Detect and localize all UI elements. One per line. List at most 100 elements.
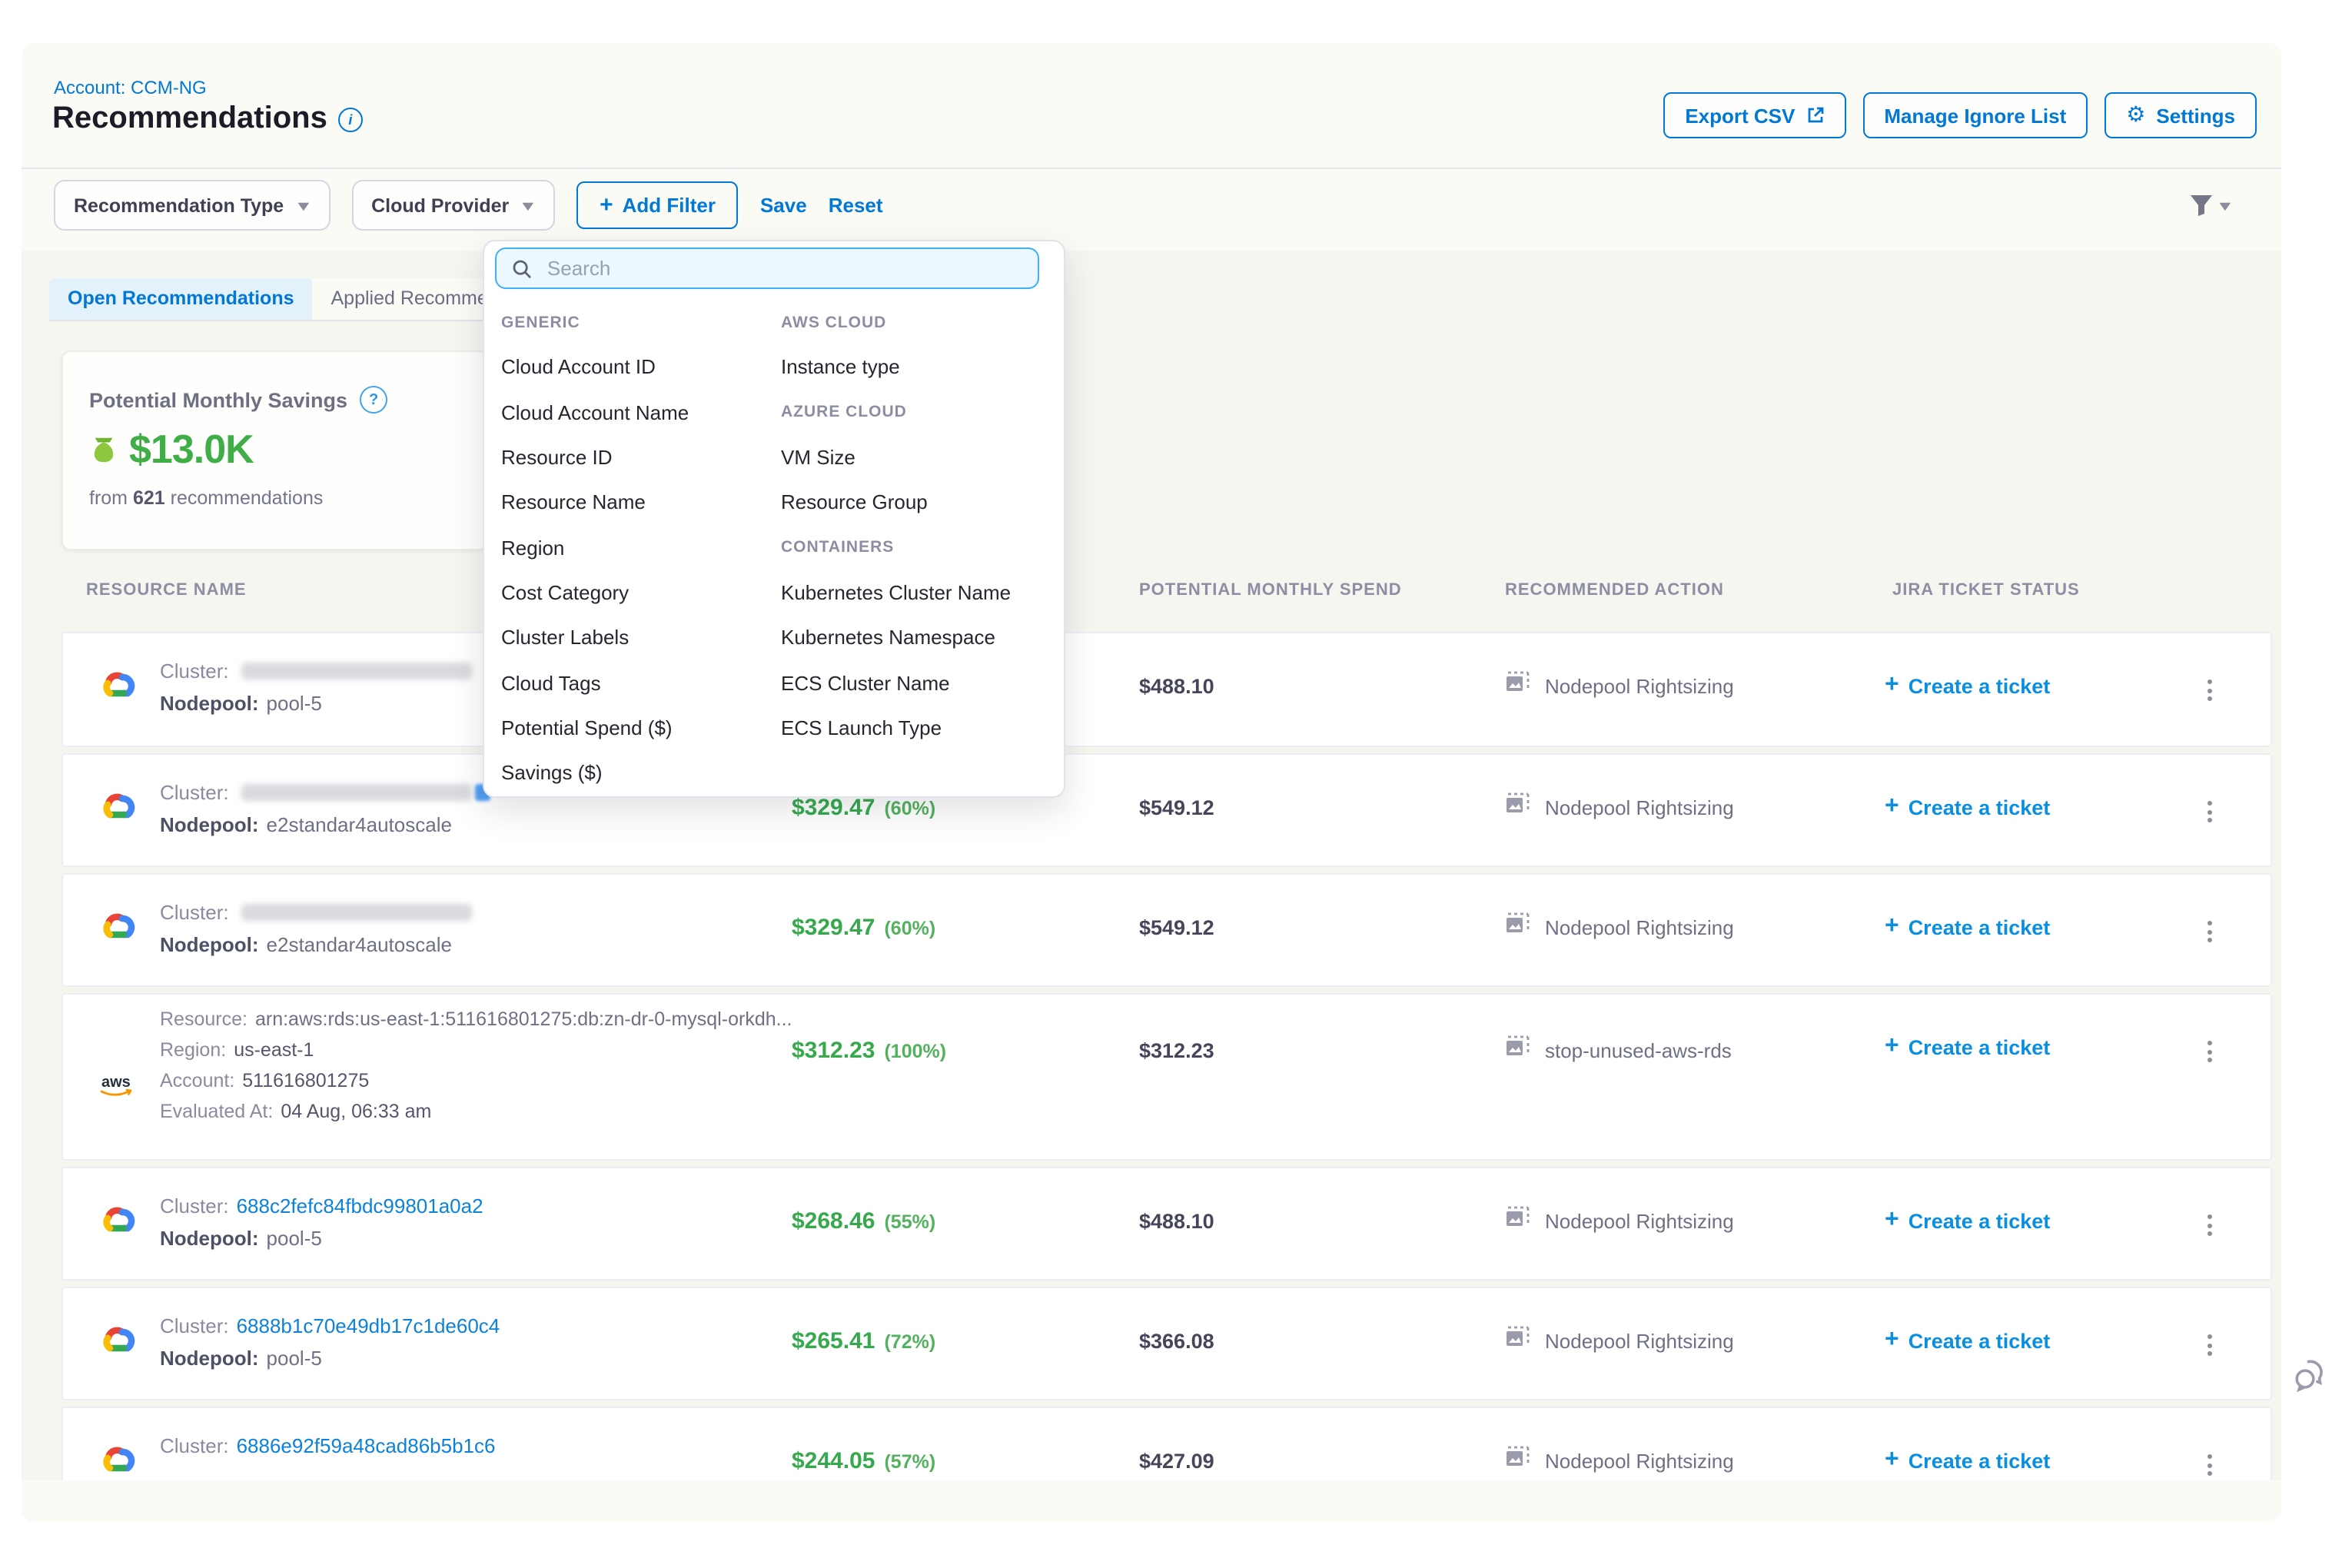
search-input[interactable] bbox=[544, 255, 1022, 281]
monthly-savings-cell: $265.41(72%) bbox=[792, 1328, 935, 1354]
savings-percent: (60%) bbox=[884, 797, 935, 819]
dropdown-filter-option[interactable]: Cloud Tags bbox=[497, 660, 767, 706]
dropdown-column-generic: GENERICCloud Account IDCloud Account Nam… bbox=[497, 300, 767, 796]
reset-filter-button[interactable]: Reset bbox=[829, 194, 883, 217]
savings-value: $312.23 bbox=[792, 1038, 875, 1064]
chevron-down-icon: ▼ bbox=[2216, 198, 2235, 213]
create-ticket-button[interactable]: + Create a ticket bbox=[1885, 1207, 2050, 1234]
table-row: Cluster:6886e92f59a48cad86b5b1c6$244.05(… bbox=[61, 1407, 2272, 1480]
action-label: Nodepool Rightsizing bbox=[1545, 674, 1734, 697]
redacted-cluster-name bbox=[241, 904, 472, 921]
dropdown-filter-option[interactable]: Potential Spend ($) bbox=[497, 705, 767, 750]
create-ticket-label: Create a ticket bbox=[1909, 1035, 2051, 1058]
field-value: 511616801275 bbox=[242, 1070, 369, 1091]
savings-percent: (72%) bbox=[884, 1330, 935, 1352]
manage-ignore-list-button[interactable]: Manage Ignore List bbox=[1862, 92, 2088, 138]
action-label: Nodepool Rightsizing bbox=[1545, 1209, 1734, 1232]
recommended-action-cell: stop-unused-aws-rds bbox=[1505, 1035, 1732, 1065]
field-value: e2standar4autoscale bbox=[267, 813, 452, 836]
dropdown-filter-option[interactable]: ECS Launch Type bbox=[776, 705, 1053, 750]
plus-icon: + bbox=[1885, 1207, 1899, 1234]
dropdown-filter-option[interactable]: VM Size bbox=[776, 435, 1053, 480]
resource-details: Cluster:6888b1c70e49db17c1de60c4Nodepool… bbox=[160, 1310, 500, 1374]
plus-icon: + bbox=[1885, 1447, 1899, 1474]
add-filter-button[interactable]: + Add Filter bbox=[576, 181, 739, 229]
row-menu-button[interactable] bbox=[2201, 795, 2218, 829]
action-label: Nodepool Rightsizing bbox=[1545, 1329, 1734, 1352]
create-ticket-button[interactable]: +Create a ticket bbox=[1885, 1327, 2050, 1354]
field-label: Nodepool: bbox=[160, 933, 259, 956]
cluster-link[interactable]: 6886e92f59a48cad86b5b1c6 bbox=[237, 1434, 496, 1457]
svg-text:aws: aws bbox=[101, 1074, 131, 1091]
recommendations-table: Cluster:Nodepool:pool-5$488.10Nodepool R… bbox=[61, 580, 2272, 1480]
chevron-down-icon: ▼ bbox=[519, 198, 538, 213]
filter-panel-toggle[interactable]: ▼ bbox=[2189, 194, 2232, 217]
dropdown-filter-option[interactable]: Cloud Account Name bbox=[497, 390, 767, 435]
redacted-cluster-name bbox=[241, 784, 472, 801]
settings-button[interactable]: ⚙ Settings bbox=[2105, 92, 2257, 138]
dropdown-search[interactable] bbox=[495, 247, 1039, 289]
dropdown-filter-option[interactable]: Resource ID bbox=[497, 435, 767, 480]
support-chat-icon[interactable] bbox=[2292, 1356, 2332, 1396]
field-label: Cluster: bbox=[160, 1434, 229, 1457]
save-filter-button[interactable]: Save bbox=[760, 194, 807, 217]
plus-icon: + bbox=[600, 192, 613, 218]
recommended-action-cell: Nodepool Rightsizing bbox=[1505, 1445, 1734, 1476]
info-icon[interactable]: i bbox=[338, 107, 363, 131]
cluster-link[interactable]: 688c2fefc84fbdc99801a0a2 bbox=[237, 1194, 483, 1218]
dropdown-filter-option[interactable]: Cluster Labels bbox=[497, 615, 767, 660]
rightsizing-icon bbox=[1505, 1205, 1531, 1236]
field-label: Region: bbox=[160, 1039, 226, 1061]
tab-applied-recommendations[interactable]: Applied Recommendations bbox=[313, 278, 511, 320]
row-menu-button[interactable] bbox=[2201, 1328, 2218, 1362]
field-label: Cluster: bbox=[160, 1194, 229, 1218]
row-menu-button[interactable] bbox=[2201, 915, 2218, 948]
plus-icon: + bbox=[1885, 1033, 1899, 1061]
row-menu-button[interactable] bbox=[2201, 1448, 2218, 1480]
export-csv-button[interactable]: Export CSV bbox=[1663, 92, 1845, 138]
field-label: Nodepool: bbox=[160, 813, 259, 836]
dropdown-filter-option[interactable]: Instance type bbox=[776, 345, 1053, 390]
dropdown-filter-option[interactable]: Cloud Account ID bbox=[497, 345, 767, 390]
table-row: Cluster:Nodepool:e2standar4autoscale$329… bbox=[61, 873, 2272, 987]
savings-value: $244.05 bbox=[792, 1448, 875, 1474]
gcp-icon bbox=[98, 1325, 135, 1356]
dropdown-filter-option[interactable]: ECS Cluster Name bbox=[776, 660, 1053, 706]
help-icon[interactable]: ? bbox=[360, 386, 387, 414]
savings-subtitle: from 621 recommendations bbox=[89, 487, 323, 509]
row-menu-button[interactable] bbox=[2201, 673, 2218, 707]
dropdown-filter-option[interactable]: Kubernetes Namespace bbox=[776, 615, 1053, 660]
gear-icon: ⚙ bbox=[2126, 105, 2145, 126]
create-ticket-button[interactable]: + Create a ticket bbox=[1885, 1033, 2050, 1061]
cluster-link[interactable]: 6888b1c70e49db17c1de60c4 bbox=[237, 1314, 500, 1337]
field-label: Nodepool: bbox=[160, 1227, 259, 1250]
dropdown-filter-option[interactable]: Savings ($) bbox=[497, 750, 767, 796]
create-ticket-button[interactable]: +Create a ticket bbox=[1885, 1447, 2050, 1474]
dropdown-filter-option[interactable]: Region bbox=[497, 525, 767, 570]
potential-spend-cell: $312.23 bbox=[1139, 1039, 1214, 1062]
row-menu-button[interactable] bbox=[2201, 1208, 2218, 1242]
dropdown-filter-option[interactable]: Kubernetes Cluster Name bbox=[776, 570, 1053, 616]
account-breadcrumb[interactable]: Account: CCM-NG bbox=[54, 77, 207, 98]
field-label: Cluster: bbox=[160, 901, 229, 924]
create-ticket-button[interactable]: +Create a ticket bbox=[1885, 793, 2050, 821]
resource-details: Cluster: 688c2fefc84fbdc99801a0a2 Nodepool… bbox=[160, 1190, 483, 1254]
action-label: Nodepool Rightsizing bbox=[1545, 1449, 1734, 1472]
action-label: Nodepool Rightsizing bbox=[1545, 796, 1734, 819]
dropdown-filter-option[interactable]: Cost Category bbox=[497, 570, 767, 616]
savings-card-title: Potential Monthly Savings ? bbox=[89, 386, 387, 414]
tab-open-recommendations[interactable]: Open Recommendations bbox=[49, 278, 313, 320]
field-label: Cluster: bbox=[160, 781, 229, 804]
create-ticket-button[interactable]: +Create a ticket bbox=[1885, 672, 2050, 699]
cloud-provider-filter[interactable]: Cloud Provider▼ bbox=[351, 180, 555, 231]
savings-percent: (55%) bbox=[884, 1211, 935, 1232]
dropdown-filter-option[interactable]: Resource Group bbox=[776, 480, 1053, 525]
resource-details: Cluster:Nodepool:pool-5 bbox=[160, 655, 472, 719]
create-ticket-label: Create a ticket bbox=[1909, 1209, 2051, 1232]
row-menu-button[interactable] bbox=[2201, 1035, 2218, 1068]
action-label: Nodepool Rightsizing bbox=[1545, 915, 1734, 938]
create-ticket-button[interactable]: +Create a ticket bbox=[1885, 913, 2050, 941]
money-bag-icon bbox=[88, 434, 120, 465]
recommendation-type-filter[interactable]: Recommendation Type▼ bbox=[54, 180, 330, 231]
dropdown-filter-option[interactable]: Resource Name bbox=[497, 480, 767, 525]
